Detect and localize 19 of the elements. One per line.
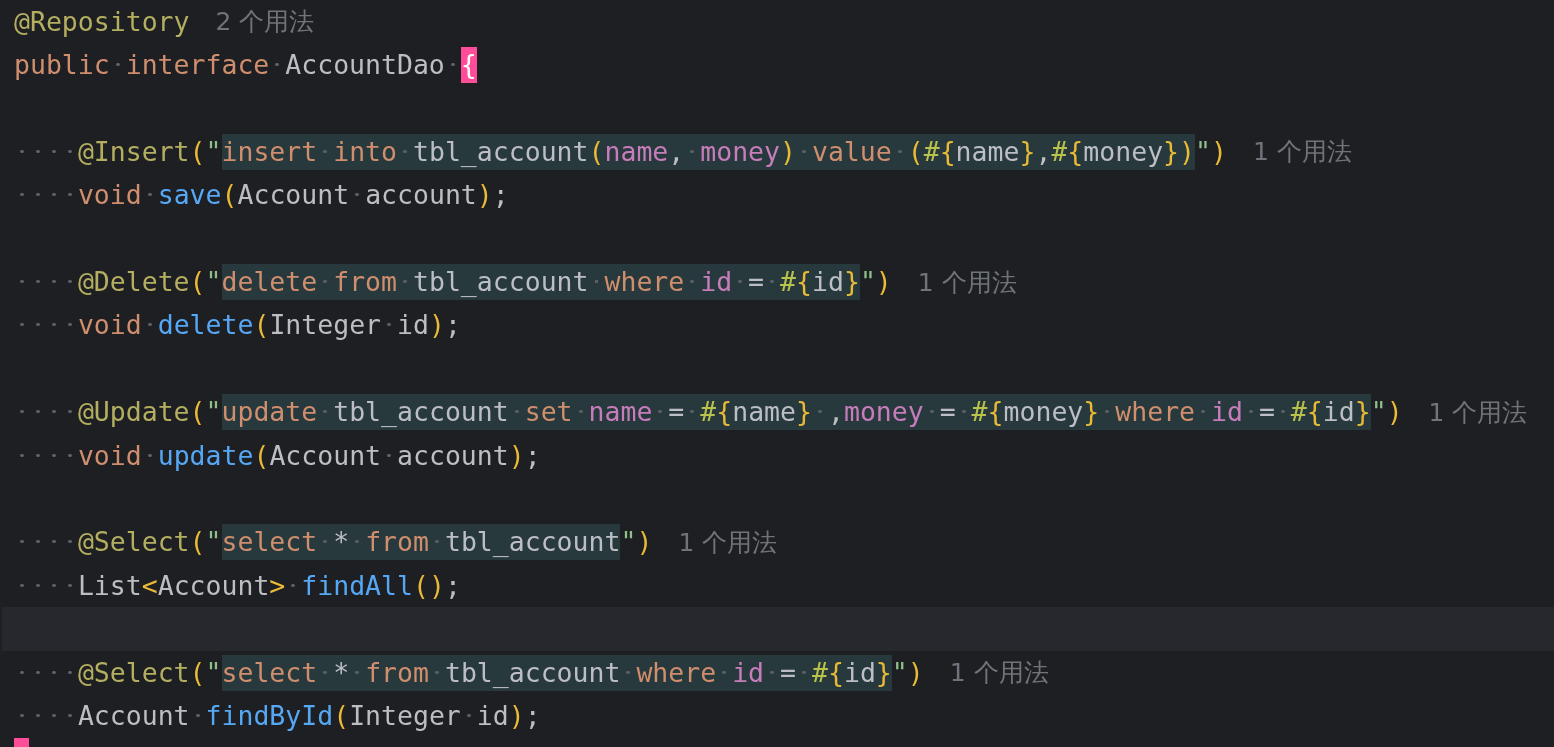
code-line: @Select("select * from tbl_account where id = #{id}"): [14, 654, 924, 691]
code-line: @Select("select * from tbl_account"): [14, 524, 653, 561]
usage-hint[interactable]: 1 个用法: [917, 265, 1017, 299]
usage-hint[interactable]: 2 个用法: [215, 5, 315, 39]
code-line: List<Account> findAll();: [14, 567, 461, 604]
code-line: public interface AccountDao {: [14, 47, 477, 84]
usage-hint[interactable]: 1 个用法: [1252, 135, 1352, 169]
code-line: void update(Account account);: [14, 437, 541, 474]
code-line: Account findById(Integer id);: [14, 697, 541, 734]
code-line: @Update("update tbl_account set name = #{name} ,money = #{money} where id = #{id}"): [14, 394, 1403, 431]
usage-hint[interactable]: 1 个用法: [949, 656, 1049, 690]
code-line: @Insert("insert into tbl_account(name, money) value (#{name},#{money})"): [14, 133, 1227, 170]
usage-hint[interactable]: 1 个用法: [678, 525, 778, 559]
code-line: void delete(Integer id);: [14, 307, 461, 344]
code-line: @Delete("delete from tbl_account where id = #{id}"): [14, 264, 892, 301]
code-line: void save(Account account);: [14, 177, 509, 214]
usage-hint[interactable]: 1 个用法: [1428, 395, 1528, 429]
caret-marker: [14, 737, 29, 747]
code-line: @Repository: [14, 4, 190, 39]
